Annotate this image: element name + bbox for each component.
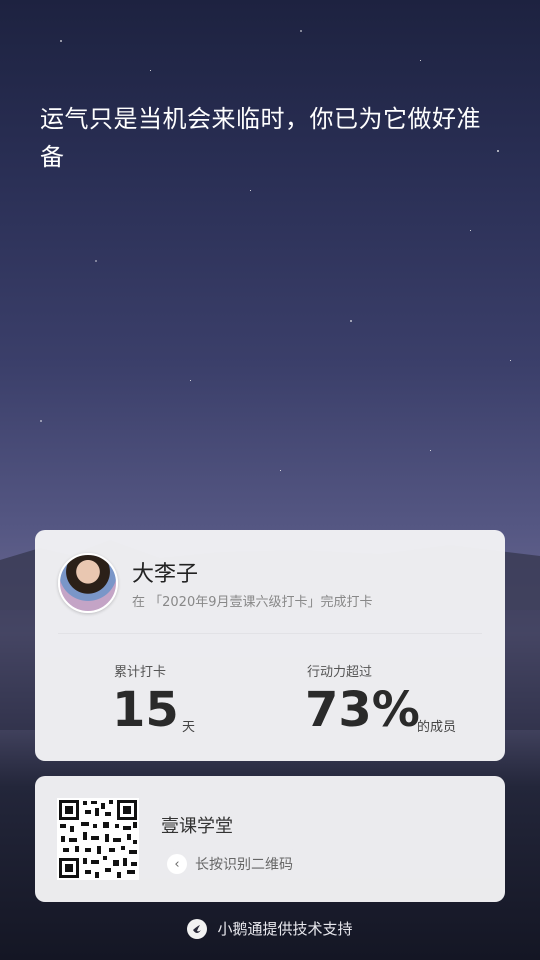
qr-code[interactable] (57, 798, 139, 880)
chevron-left-icon: ‹ (167, 854, 187, 874)
checkin-unit: 天 (182, 720, 196, 735)
action-unit: 的成员 (417, 720, 457, 735)
footer: 小鹅通提供技术支持 (0, 918, 540, 939)
checkin-label: 累计打卡 (114, 665, 167, 680)
qr-hint-text: 长按识别二维码 (195, 857, 293, 873)
quote-text: 运气只是当机会来临时，你已为它做好准备 (40, 105, 481, 171)
action-value: 73% (305, 682, 420, 738)
action-label: 行动力超过 (307, 665, 373, 680)
profile-card: 大李子 在 「2020年9月壹课六级打卡」完成打卡 累计打卡 15 天 行动力超… (35, 530, 505, 761)
xiaoetong-logo-icon (187, 918, 208, 939)
footer-text: 小鹅通提供技术支持 (217, 920, 353, 938)
avatar (58, 553, 118, 613)
qr-card: 壹课学堂 ‹ 长按识别二维码 (35, 776, 505, 902)
school-name: 壹课学堂 (161, 816, 233, 837)
divider (58, 633, 482, 634)
user-name: 大李子 (132, 562, 199, 587)
checkin-value: 15 (112, 682, 179, 738)
qr-hint-pill[interactable]: ‹ 长按识别二维码 (161, 849, 305, 879)
checkin-subline: 在 「2020年9月壹课六级打卡」完成打卡 (132, 595, 373, 610)
